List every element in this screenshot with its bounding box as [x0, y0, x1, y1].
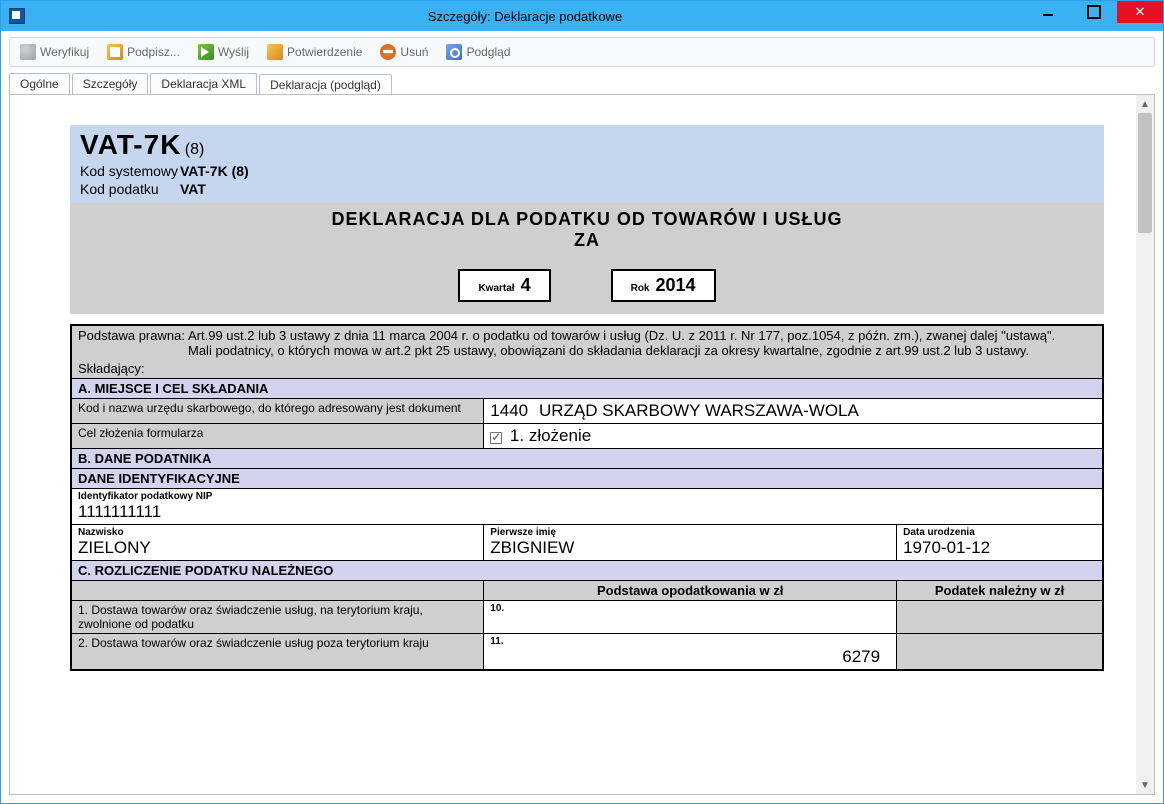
verify-button[interactable]: Weryfikuj: [16, 42, 93, 62]
confirm-button[interactable]: Potwierdzenie: [263, 42, 366, 62]
legal-basis-row: Podstawa prawna: Składający: Art.99 ust.…: [71, 325, 1103, 379]
tab-preview[interactable]: Deklaracja (podgląd): [259, 74, 392, 95]
row1-label: 1. Dostawa towarów oraz świadczenie usłu…: [71, 601, 484, 634]
surname-cell: Nazwisko ZIELONY: [71, 525, 484, 561]
filer-label: Składający:: [78, 361, 188, 376]
office-name: URZĄD SKARBOWY WARSZAWA-WOLA: [539, 401, 859, 420]
sign-label: Podpisz...: [127, 45, 180, 59]
surname-value: ZIELONY: [78, 538, 477, 558]
close-button[interactable]: [1117, 1, 1163, 23]
section-c-title: C. ROZLICZENIE PODATKU NALEŻNEGO: [71, 561, 1103, 581]
year-box: Rok 2014: [611, 269, 716, 302]
quarter-label: Kwartał: [478, 283, 514, 294]
sign-icon: [107, 44, 123, 60]
scroll-thumb[interactable]: [1138, 113, 1152, 233]
sign-button[interactable]: Podpisz...: [103, 42, 184, 62]
send-label: Wyślij: [218, 45, 249, 59]
verify-icon: [20, 44, 36, 60]
document-viewport: VAT-7K (8) Kod systemowy VAT-7K (8) Kod …: [10, 95, 1154, 794]
dob-label: Data urodzenia: [903, 527, 1096, 538]
declaration-title-1: DEKLARACJA DLA PODATKU OD TOWARÓW I USŁU…: [80, 209, 1094, 230]
section-b-title: B. DANE PODATNIKA: [71, 449, 1103, 469]
firstname-cell: Pierwsze imię ZBIGNIEW: [484, 525, 897, 561]
scroll-track[interactable]: [1136, 113, 1154, 776]
form-version: (8): [185, 141, 205, 158]
surname-label: Nazwisko: [78, 527, 477, 538]
syscode-label: Kod systemowy: [80, 163, 180, 179]
scroll-down-arrow[interactable]: ▼: [1136, 776, 1154, 794]
confirm-icon: [267, 44, 283, 60]
declaration-title-2: ZA: [80, 230, 1094, 251]
preview-label: Podgląd: [466, 45, 510, 59]
row1-base-cell: 10.: [484, 601, 897, 634]
purpose-label: Cel złożenia formularza: [71, 424, 484, 449]
dob-cell: Data urodzenia 1970-01-12: [897, 525, 1103, 561]
content-frame: VAT-7K (8) Kod systemowy VAT-7K (8) Kod …: [9, 94, 1155, 795]
row2-value: 6279: [490, 647, 890, 667]
office-code: 1440: [490, 401, 528, 420]
taxcode-label: Kod podatku: [80, 181, 180, 197]
col-base-header: Podstawa opodatkowania w zł: [484, 581, 897, 601]
preview-button[interactable]: Podgląd: [442, 42, 514, 62]
section-c-blank: [71, 581, 484, 601]
delete-label: Usuń: [400, 45, 428, 59]
row1-tax-cell: [897, 601, 1103, 634]
send-button[interactable]: Wyślij: [194, 42, 253, 62]
taxcode-value: VAT: [180, 181, 206, 197]
tab-details[interactable]: Szczegóły: [72, 73, 149, 94]
minimize-button[interactable]: [1025, 1, 1071, 23]
row2-label: 2. Dostawa towarów oraz świadczenie usłu…: [71, 634, 484, 671]
nip-cell: Identyfikator podatkowy NIP 1111111111: [71, 489, 1103, 525]
row1-box: 10.: [490, 603, 890, 614]
delete-icon: [380, 44, 396, 60]
quarter-box: Kwartał 4: [458, 269, 550, 302]
tab-xml[interactable]: Deklaracja XML: [150, 73, 257, 94]
row2-base-cell: 11. 6279: [484, 634, 897, 671]
legal-basis-text: Art.99 ust.2 lub 3 ustawy z dnia 11 marc…: [188, 328, 1096, 343]
legal-basis-label: Podstawa prawna:: [78, 328, 188, 343]
row2-box: 11.: [490, 636, 890, 647]
confirm-label: Potwierdzenie: [287, 45, 362, 59]
purpose-checkbox: [490, 432, 502, 444]
row2-tax-cell: [897, 634, 1103, 671]
maximize-button[interactable]: [1071, 1, 1117, 23]
section-a-title: A. MIEJSCE I CEL SKŁADANIA: [71, 379, 1103, 399]
delete-button[interactable]: Usuń: [376, 42, 432, 62]
document-page: VAT-7K (8) Kod systemowy VAT-7K (8) Kod …: [70, 125, 1104, 671]
toolbar: Weryfikuj Podpisz... Wyślij Potwierdzeni…: [9, 37, 1155, 67]
form-table: Podstawa prawna: Składający: Art.99 ust.…: [70, 324, 1104, 671]
declaration-title-block: DEKLARACJA DLA PODATKU OD TOWARÓW I USŁU…: [70, 203, 1104, 314]
toolbar-container: Weryfikuj Podpisz... Wyślij Potwierdzeni…: [1, 31, 1163, 67]
purpose-value: 1. złożenie: [510, 426, 591, 445]
firstname-label: Pierwsze imię: [490, 527, 890, 538]
window-buttons: [1025, 1, 1163, 31]
app-icon: [9, 8, 25, 24]
nip-label: Identyfikator podatkowy NIP: [78, 491, 1096, 502]
purpose-cell: 1. złożenie: [484, 424, 1103, 449]
office-label: Kod i nazwa urzędu skarbowego, do któreg…: [71, 399, 484, 424]
office-cell: 1440 URZĄD SKARBOWY WARSZAWA-WOLA: [484, 399, 1103, 424]
form-code: VAT-7K: [80, 129, 181, 160]
year-value: 2014: [656, 275, 696, 296]
tab-strip: Ogólne Szczegóły Deklaracja XML Deklarac…: [9, 73, 1155, 94]
firstname-value: ZBIGNIEW: [490, 538, 890, 558]
section-b-subtitle: DANE IDENTYFIKACYJNE: [71, 469, 1103, 489]
dob-value: 1970-01-12: [903, 538, 1096, 558]
filer-text: Mali podatnicy, o których mowa w art.2 p…: [188, 343, 1096, 358]
verify-label: Weryfikuj: [40, 45, 89, 59]
tab-general[interactable]: Ogólne: [9, 73, 70, 94]
syscode-value: VAT-7K (8): [180, 163, 249, 179]
nip-value: 1111111111: [78, 502, 1096, 522]
app-window: Szczegóły: Deklaracje podatkowe Weryfiku…: [0, 0, 1164, 804]
quarter-value: 4: [521, 275, 531, 296]
vertical-scrollbar[interactable]: ▲ ▼: [1136, 95, 1154, 794]
preview-icon: [446, 44, 462, 60]
titlebar: Szczegóły: Deklaracje podatkowe: [1, 1, 1163, 31]
form-header: VAT-7K (8) Kod systemowy VAT-7K (8) Kod …: [70, 125, 1104, 203]
scroll-up-arrow[interactable]: ▲: [1136, 95, 1154, 113]
window-title: Szczegóły: Deklaracje podatkowe: [25, 9, 1025, 24]
year-label: Rok: [631, 283, 650, 294]
col-tax-header: Podatek należny w zł: [897, 581, 1103, 601]
send-icon: [198, 44, 214, 60]
